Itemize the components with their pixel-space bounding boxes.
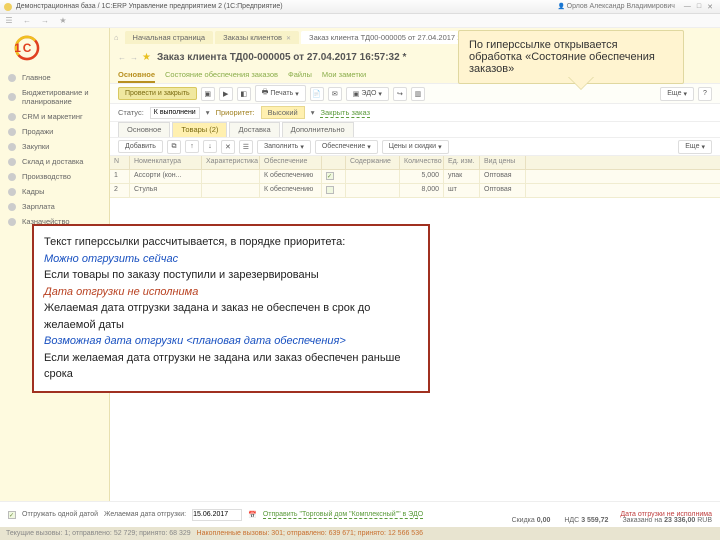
- star-icon[interactable]: ★: [142, 52, 151, 63]
- fwd-icon[interactable]: →: [130, 53, 138, 62]
- dtab-main[interactable]: Основное: [118, 122, 170, 137]
- back-icon[interactable]: ←: [18, 14, 36, 27]
- close-order-link[interactable]: Закрыть заказ: [320, 108, 370, 118]
- subtab-main[interactable]: Основное: [118, 68, 155, 83]
- checkbox-icon[interactable]: [326, 172, 334, 180]
- menu-icon[interactable]: ☰: [0, 14, 18, 27]
- sidebar-item-purchases[interactable]: Закупки: [0, 139, 109, 154]
- run-close-button[interactable]: Провести и закрыть: [118, 87, 197, 100]
- home-icon[interactable]: ⌂: [114, 33, 119, 42]
- mode-icon[interactable]: ◧: [237, 87, 251, 101]
- more-button[interactable]: Еще ▾: [660, 87, 694, 101]
- maximize-icon[interactable]: □: [694, 3, 704, 10]
- grid-header: NНоменклатураХарактеристикаОбеспечениеСо…: [110, 156, 720, 170]
- status-bar: Текущие вызовы: 1; отправлено: 52 729; п…: [0, 527, 720, 540]
- dtab-goods[interactable]: Товары (2): [172, 122, 227, 137]
- data-tabs: Основное Товары (2) Доставка Дополнитель…: [110, 122, 720, 138]
- tab-home[interactable]: Начальная страница: [125, 31, 214, 44]
- priority-value[interactable]: Высокий: [261, 106, 305, 119]
- dtab-extra[interactable]: Дополнительно: [282, 122, 354, 137]
- sidebar-item-sales[interactable]: Продажи: [0, 124, 109, 139]
- subtab-provision[interactable]: Состояние обеспечения заказов: [165, 68, 278, 83]
- logo-1c: 1С: [0, 28, 109, 68]
- subtab-files[interactable]: Файлы: [288, 68, 312, 83]
- svg-text:1: 1: [14, 41, 21, 55]
- subtab-notes[interactable]: Мои заметки: [322, 68, 366, 83]
- doc-title: Заказ клиента ТД00-000005 от 27.04.2017 …: [157, 52, 406, 63]
- copy-icon[interactable]: ⧉: [167, 140, 181, 154]
- report-icon[interactable]: 📄: [310, 87, 324, 101]
- table-row[interactable]: 1Ассорти (кон...К обеспечению5,000упакОп…: [110, 170, 720, 184]
- sidebar-item-budget[interactable]: Бюджетирование и планирование: [0, 85, 109, 109]
- mail-icon[interactable]: ✉: [328, 87, 342, 101]
- close-icon[interactable]: ✕: [286, 36, 291, 42]
- callout-box: По гиперссылке открывается обработка «Со…: [458, 30, 684, 84]
- sidebar-item-salary[interactable]: Зарплата: [0, 199, 109, 214]
- doc-toolbar: Провести и закрыть ▣ ▶ ◧ 🖶 Печать ▾ 📄 ✉ …: [110, 84, 720, 104]
- up-icon[interactable]: ↑: [185, 140, 199, 153]
- sidebar-item-warehouse[interactable]: Склад и доставка: [0, 154, 109, 169]
- checkbox-icon[interactable]: [326, 186, 334, 194]
- wish-date-input[interactable]: [192, 509, 242, 521]
- status-input[interactable]: [150, 107, 200, 119]
- ship-one-checkbox[interactable]: [8, 511, 16, 519]
- sidebar-item-production[interactable]: Производство: [0, 169, 109, 184]
- window-titlebar: Демонстрационная база / 1С:ERP Управлени…: [0, 0, 720, 14]
- pick-icon[interactable]: ☰: [239, 140, 253, 154]
- edo-button[interactable]: ▣ ЭДО ▾: [346, 87, 389, 101]
- del-icon[interactable]: ✕: [221, 140, 235, 154]
- edo-link[interactable]: Отправить "Торговый дом "Комплексный"" в…: [263, 511, 423, 519]
- fwd-icon[interactable]: →: [36, 14, 54, 27]
- tab-orders[interactable]: Заказы клиентов✕: [215, 31, 299, 44]
- explanation-box: Текст гиперссылки рассчитывается, в поря…: [32, 224, 430, 393]
- add-button[interactable]: Добавить: [118, 140, 163, 153]
- prices-button[interactable]: Цены и скидки ▾: [382, 140, 449, 154]
- sidebar-item-crm[interactable]: CRM и маркетинг: [0, 109, 109, 124]
- system-iconbar: ☰ ← → ★: [0, 14, 720, 28]
- sidebar-item-main[interactable]: Главное: [0, 70, 109, 85]
- provision-button[interactable]: Обеспечение ▾: [315, 140, 378, 154]
- save-icon[interactable]: ▣: [201, 87, 215, 101]
- app-circle-icon: [4, 3, 12, 11]
- minimize-icon[interactable]: —: [681, 3, 694, 10]
- window-title: Демонстрационная база / 1С:ERP Управлени…: [16, 3, 283, 10]
- based-icon[interactable]: ↪: [393, 87, 407, 101]
- svg-text:С: С: [23, 41, 32, 55]
- status-label: Статус:: [118, 108, 144, 117]
- back-icon[interactable]: ←: [118, 53, 126, 62]
- sidebar-item-hr[interactable]: Кадры: [0, 184, 109, 199]
- user-name[interactable]: Орлов Александр Владимирович: [558, 3, 675, 10]
- grid-more-button[interactable]: Еще ▾: [678, 140, 712, 154]
- print-button[interactable]: 🖶 Печать ▾: [255, 85, 306, 102]
- calendar-icon[interactable]: 📅: [248, 511, 257, 519]
- goods-grid: NНоменклатураХарактеристикаОбеспечениеСо…: [110, 156, 720, 198]
- down-icon[interactable]: ↓: [203, 140, 217, 153]
- wish-date-label: Желаемая дата отгрузки:: [104, 511, 186, 518]
- star-icon[interactable]: ★: [54, 14, 72, 27]
- priority-label: Приоритет:: [216, 108, 255, 117]
- table-row[interactable]: 2СтульяК обеспечению8,000штОптовая: [110, 184, 720, 198]
- ship-one-label: Отгружать одной датой: [22, 511, 98, 518]
- help-button[interactable]: ?: [698, 87, 712, 101]
- dtab-delivery[interactable]: Доставка: [229, 122, 279, 137]
- fill-button[interactable]: Заполнить ▾: [257, 140, 311, 154]
- warn-text: Дата отгрузки не исполнима: [620, 511, 712, 518]
- barcode-icon[interactable]: ▥: [411, 87, 425, 101]
- close-icon[interactable]: ✕: [704, 3, 716, 11]
- post-icon[interactable]: ▶: [219, 87, 233, 101]
